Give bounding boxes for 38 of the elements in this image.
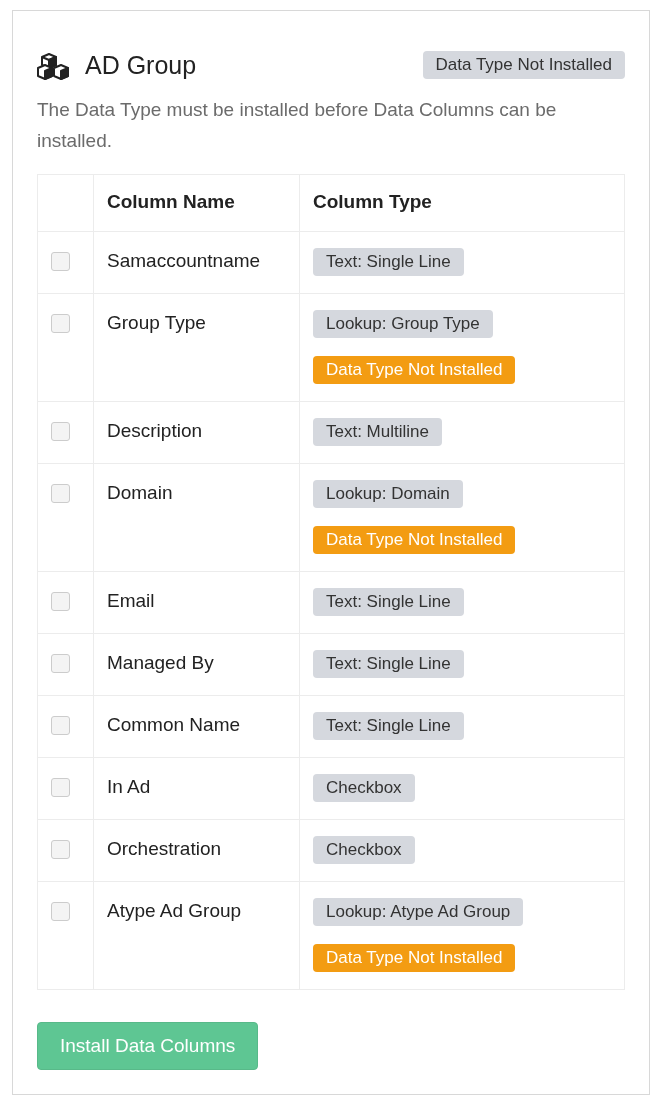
row-checkbox[interactable] (51, 654, 70, 673)
column-header: Column Name (107, 191, 235, 212)
type-badge: Text: Single Line (313, 588, 464, 616)
type-badge: Checkbox (313, 836, 415, 864)
row-checkbox[interactable] (51, 716, 70, 735)
info-message: The Data Type must be installed before Data Columns can be installed. (37, 98, 558, 153)
card-title: AD Group (85, 51, 197, 80)
type-badge: Text: Single Line (313, 248, 464, 276)
row-checkbox[interactable] (51, 252, 70, 271)
status-badge: Data Type Not Installed (422, 51, 625, 79)
column-header: Column Type (313, 191, 432, 212)
column-name: Group Type (107, 312, 206, 333)
type-badge: Lookup: Domain (313, 480, 463, 508)
type-badge: Text: Single Line (313, 650, 464, 678)
type-badge: Checkbox (313, 774, 415, 802)
column-name: Orchestration (107, 838, 222, 859)
row-checkbox[interactable] (51, 840, 70, 859)
column-name: Email (107, 590, 155, 611)
warning-badge: Data Type Not Installed (313, 526, 516, 554)
row-checkbox[interactable] (51, 484, 70, 503)
warning-badge: Data Type Not Installed (313, 944, 516, 972)
type-badge: Lookup: Atype Ad Group (313, 898, 524, 926)
warning-badge: Data Type Not Installed (313, 356, 516, 384)
row-checkbox[interactable] (51, 422, 70, 441)
column-name: In Ad (107, 776, 151, 797)
type-badge: Lookup: Group Type (313, 310, 493, 338)
row-checkbox[interactable] (51, 778, 70, 797)
row-checkbox[interactable] (51, 592, 70, 611)
column-name: Common Name (107, 714, 241, 735)
type-badge: Text: Multiline (313, 418, 442, 446)
row-checkbox[interactable] (51, 314, 70, 333)
row-checkbox[interactable] (51, 902, 70, 921)
column-name: Domain (107, 482, 173, 503)
column-name: Samaccountname (107, 250, 261, 271)
column-name: Description (107, 420, 203, 441)
type-badge: Text: Single Line (313, 712, 464, 740)
column-name: Atype Ad Group (107, 900, 242, 921)
column-name: Managed By (107, 652, 214, 673)
